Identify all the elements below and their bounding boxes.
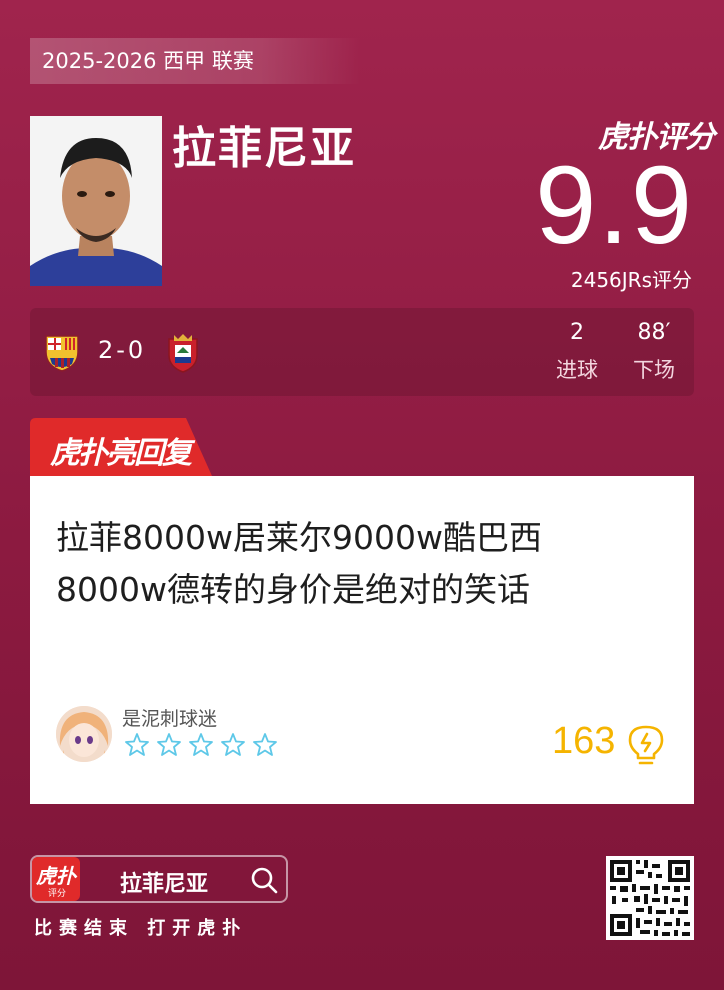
- match-score: 2-0: [98, 336, 147, 364]
- star-icon: [189, 733, 213, 756]
- subbed-off-value: 88′: [637, 320, 671, 345]
- star-icon: [221, 733, 245, 756]
- highlight-reply-title: 虎扑亮回复: [50, 436, 192, 471]
- user-avatar[interactable]: [56, 706, 112, 762]
- app-logo-text: 虎扑: [36, 864, 76, 888]
- highlight-reply-banner: 虎扑亮回复: [30, 418, 212, 476]
- qr-code: [606, 856, 694, 940]
- hupu-app-logo: 虎扑 评分: [32, 857, 80, 901]
- osasuna-crest-icon: [166, 333, 200, 377]
- player-name: 拉菲尼亚: [172, 123, 356, 174]
- footer-tagline: 比赛结束 打开虎扑: [34, 918, 248, 939]
- search-query[interactable]: 拉菲尼亚: [120, 866, 208, 898]
- comment-text: 拉菲8000w居莱尔9000w酷巴西 8000w德转的身价是绝对的笑话: [56, 512, 656, 616]
- goals-value: 2: [570, 320, 584, 345]
- rating-count: 2456JRs评分: [570, 268, 692, 292]
- username[interactable]: 是泥刺球迷: [122, 704, 217, 731]
- subbed-off-label: 下场: [633, 358, 675, 382]
- league-badge: 2025-2026 西甲 联赛: [30, 38, 360, 84]
- like-count: 163: [552, 720, 616, 762]
- star-icon: [253, 733, 277, 756]
- star-icon: [157, 733, 181, 756]
- app-logo-subtext: 评分: [48, 889, 67, 899]
- goals-label: 进球: [556, 358, 598, 382]
- comment-line-2: 8000w德转的身价是绝对的笑话: [56, 570, 530, 609]
- search-icon[interactable]: [250, 866, 278, 898]
- user-rating-stars: [124, 732, 282, 762]
- rating-score: 9.9: [535, 144, 694, 267]
- lightbulb-icon[interactable]: [626, 724, 666, 770]
- comment-line-1: 拉菲8000w居莱尔9000w酷巴西: [56, 518, 542, 557]
- star-icon: [125, 733, 149, 756]
- barcelona-crest-icon: [44, 332, 80, 376]
- player-photo: [30, 116, 162, 286]
